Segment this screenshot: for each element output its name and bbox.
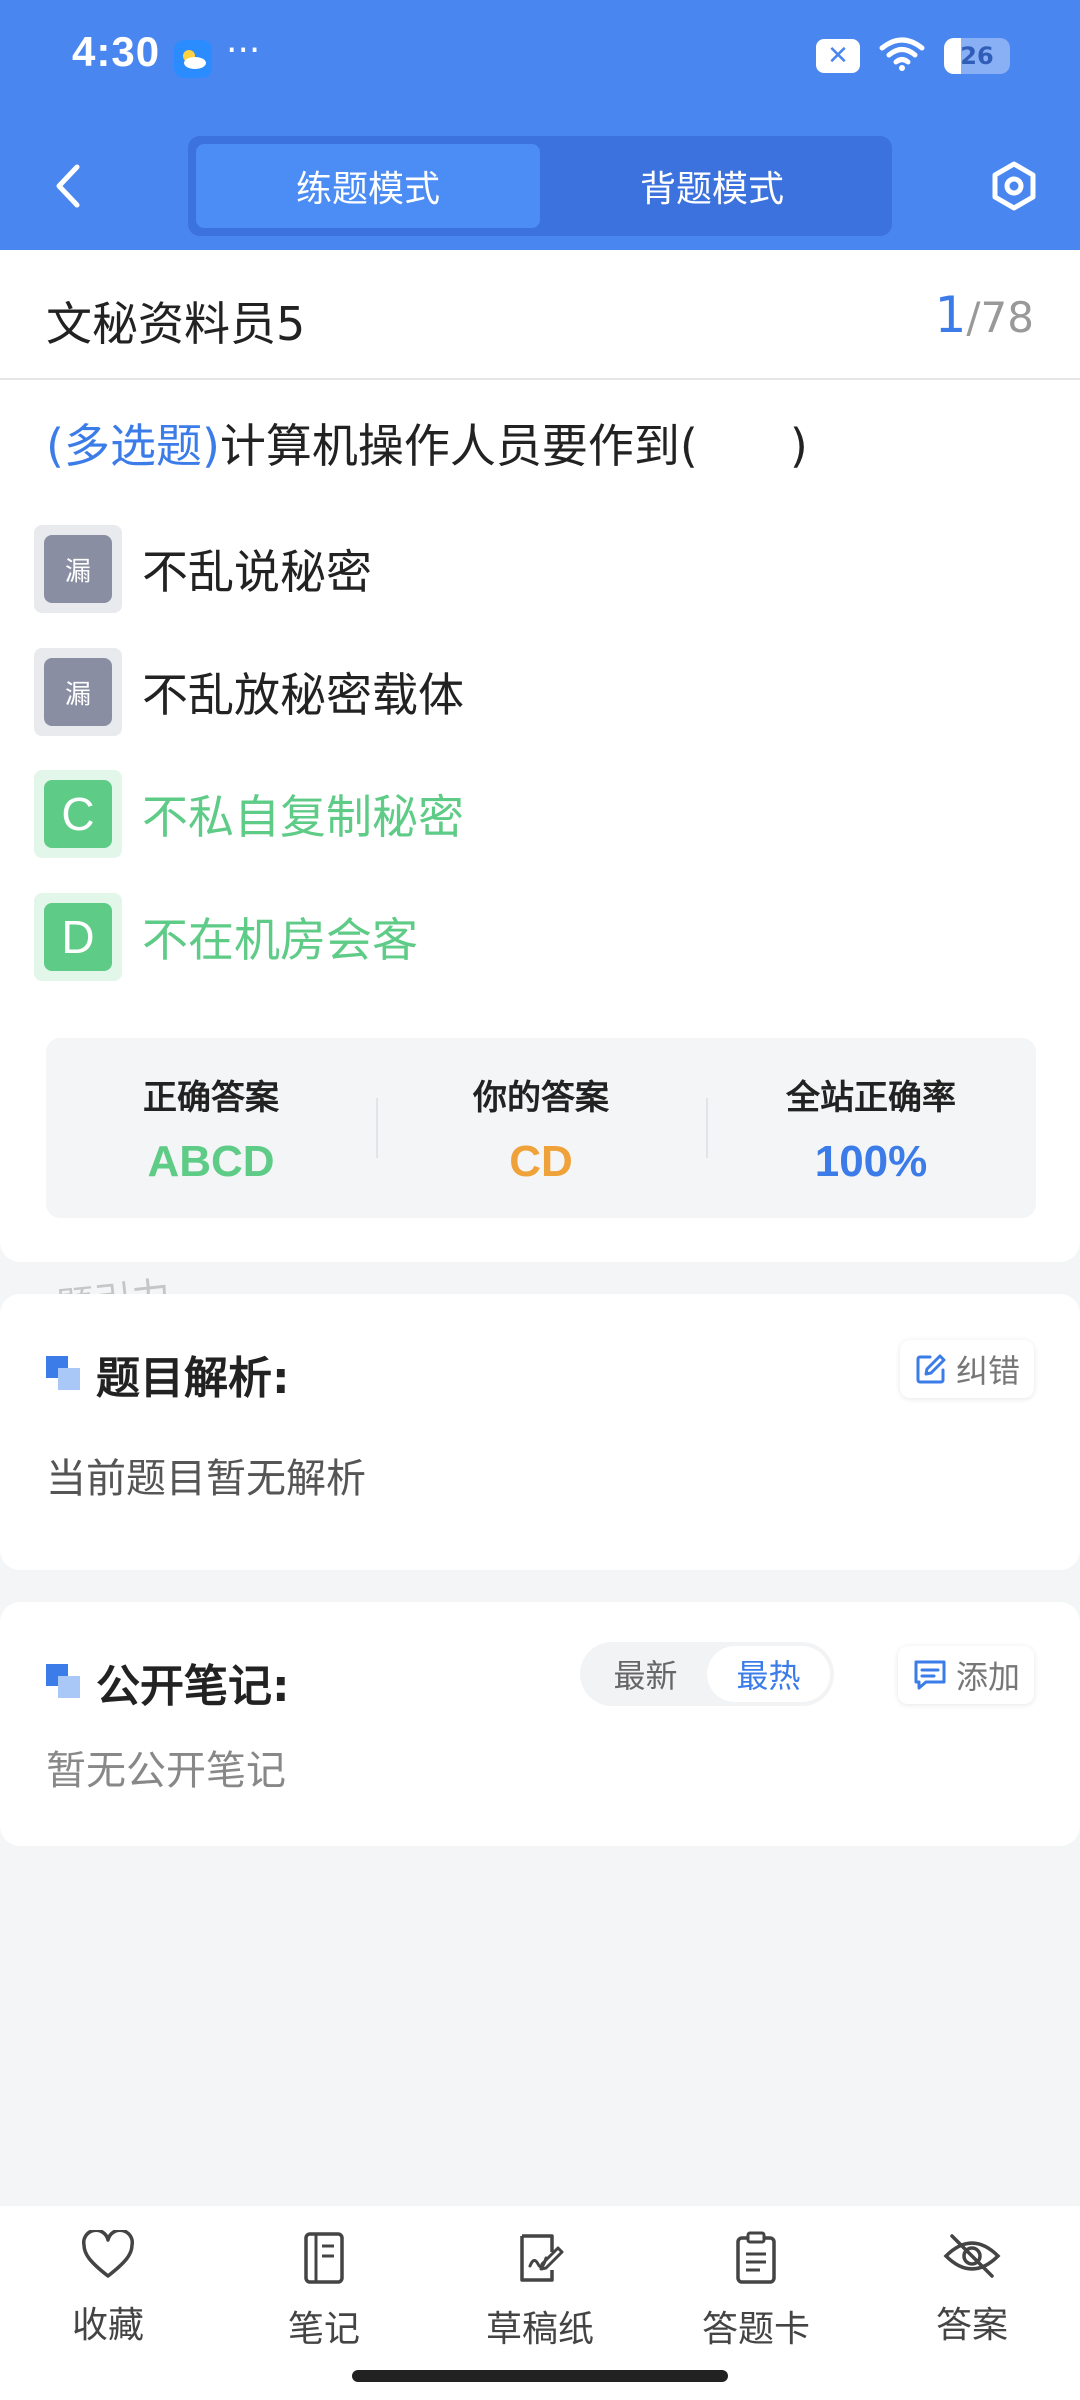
add-note-button[interactable]: 添加 — [897, 1646, 1034, 1704]
tab-memorize-mode[interactable]: 背题模式 — [540, 144, 884, 228]
chevron-left-icon — [56, 164, 80, 208]
notes-card: 公开笔记: 最新 最热 添加 暂无公开笔记 — [0, 1602, 1080, 1846]
question-stem: 计算机操作人员要作到( ) — [219, 419, 808, 473]
battery-level: 26 — [960, 42, 994, 70]
hexagon-settings-icon — [992, 161, 1036, 211]
option-d[interactable]: D 不在机房会客 — [34, 892, 1034, 982]
analysis-card: 题目解析: 纠错 当前题目暂无解析 — [0, 1294, 1080, 1570]
correct-answer-value: ABCD — [147, 1136, 275, 1186]
page-title: 文秘资料员5 — [46, 297, 306, 351]
more-notifications-icon: ··· — [226, 30, 261, 71]
edit-icon — [916, 1354, 946, 1384]
current-question-number: 1 — [934, 286, 967, 344]
home-indicator[interactable] — [352, 2370, 728, 2382]
option-c[interactable]: C 不私自复制秘密 — [34, 769, 1034, 859]
notes-header: 公开笔记: — [46, 1650, 290, 1714]
option-text: 不私自复制秘密 — [142, 790, 464, 844]
section-marker-icon — [46, 1664, 82, 1700]
back-button[interactable] — [38, 156, 98, 216]
site-accuracy: 全站正确率 100% — [706, 1038, 1036, 1218]
question-header: 文秘资料员5 1/78 — [0, 250, 1080, 380]
weather-icon — [174, 40, 212, 78]
option-text: 不在机房会客 — [142, 913, 418, 967]
analysis-title: 题目解析: — [96, 1353, 290, 1404]
tab-practice-mode[interactable]: 练题模式 — [196, 144, 540, 228]
option-badge: C — [44, 780, 112, 848]
heart-icon — [82, 2230, 134, 2278]
notebook-icon — [304, 2232, 344, 2284]
option-text: 不乱说秘密 — [142, 545, 372, 599]
comment-icon — [914, 1660, 946, 1690]
your-answer-value: CD — [509, 1136, 573, 1186]
mode-switch: 练题模式 背题模式 — [188, 136, 892, 236]
notes-sort-toggle: 最新 最热 — [580, 1642, 834, 1706]
wifi-icon — [878, 36, 926, 76]
status-bar: 4:30 ··· ✕ 26 — [0, 0, 1080, 120]
analysis-content: 当前题目暂无解析 — [46, 1456, 366, 1502]
question-type: (多选题) — [46, 419, 220, 473]
draft-icon — [520, 2234, 564, 2282]
option-badge: 漏 — [44, 658, 112, 726]
sort-hot[interactable]: 最热 — [707, 1646, 830, 1702]
question-card: 文秘资料员5 1/78 (多选题)计算机操作人员要作到( ) 漏 不乱说秘密 漏… — [0, 250, 1080, 1262]
option-badge: D — [44, 903, 112, 971]
notification-x-icon: ✕ — [816, 39, 860, 73]
question-counter: 1/78 — [935, 286, 1034, 344]
settings-button[interactable] — [984, 156, 1044, 216]
question-text: (多选题)计算机操作人员要作到( ) — [46, 410, 808, 476]
nav-bar: 练题模式 背题模式 — [0, 130, 1080, 240]
battery-icon: 26 — [944, 38, 1010, 74]
site-accuracy-value: 100% — [814, 1136, 928, 1186]
total-questions: /78 — [966, 293, 1034, 342]
option-b[interactable]: 漏 不乱放秘密载体 — [34, 647, 1034, 737]
sort-latest[interactable]: 最新 — [584, 1646, 707, 1702]
eye-off-icon — [943, 2234, 1001, 2278]
notes-title: 公开笔记: — [96, 1661, 290, 1712]
favorite-button[interactable]: 收藏 — [0, 2206, 216, 2400]
answer-summary: 正确答案 ABCD 你的答案 CD 全站正确率 100% — [46, 1038, 1036, 1218]
report-error-button[interactable]: 纠错 — [899, 1340, 1034, 1398]
correct-answer: 正确答案 ABCD — [143, 1077, 279, 1186]
show-answer-button[interactable]: 答案 — [864, 2206, 1080, 2400]
your-answer: 你的答案 CD — [376, 1038, 706, 1218]
option-badge: 漏 — [44, 535, 112, 603]
notes-content: 暂无公开笔记 — [46, 1748, 286, 1794]
analysis-header: 题目解析: — [46, 1342, 290, 1406]
option-a[interactable]: 漏 不乱说秘密 — [34, 524, 1034, 614]
option-text: 不乱放秘密载体 — [142, 668, 464, 722]
status-time: 4:30 — [72, 28, 161, 75]
section-marker-icon — [46, 1356, 82, 1392]
answer-card-icon — [736, 2231, 776, 2284]
